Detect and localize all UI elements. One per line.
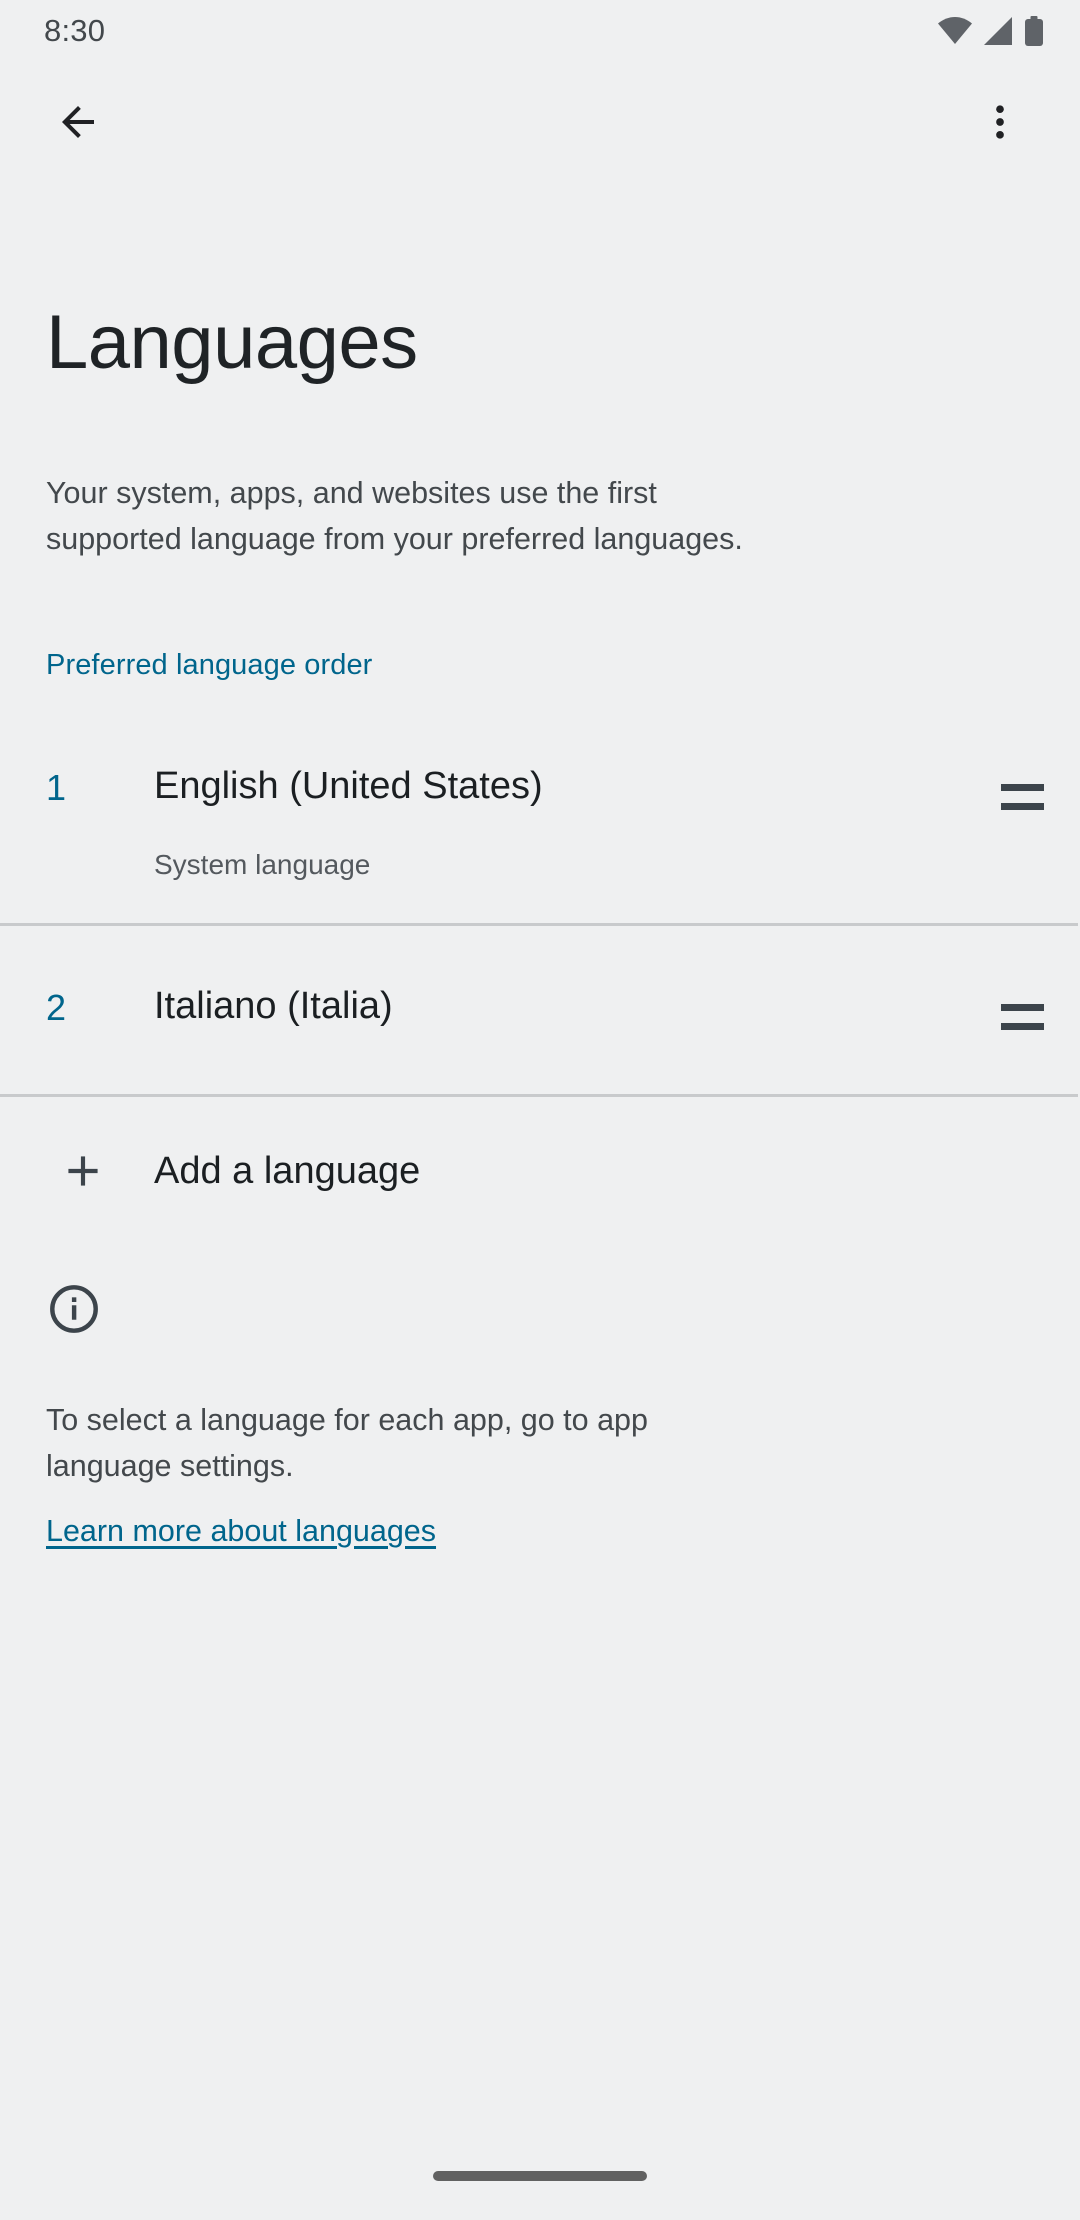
- language-row-text: English (United States) System language: [154, 762, 980, 882]
- language-order-number: 1: [46, 767, 67, 808]
- language-row-text: Italiano (Italia): [154, 982, 980, 1030]
- signal-icon: [983, 17, 1013, 45]
- learn-more-link[interactable]: Learn more about languages: [46, 1511, 436, 1551]
- header-block: Languages Your system, apps, and website…: [0, 182, 1080, 562]
- status-bar-icons: [938, 16, 1044, 46]
- drag-handle-bar-bottom: [1001, 803, 1044, 810]
- drag-handle-icon[interactable]: [980, 770, 1044, 824]
- gesture-pill[interactable]: [433, 2171, 647, 2181]
- status-bar-clock: 8:30: [44, 13, 106, 48]
- drag-handle-bar-top: [1001, 784, 1044, 791]
- page-description: Your system, apps, and websites use the …: [46, 476, 743, 556]
- language-subtitle: System language: [154, 849, 371, 880]
- gesture-nav-bar: [0, 2148, 1080, 2220]
- overflow-menu-button[interactable]: [956, 78, 1044, 166]
- section-header-preferred-order: Preferred language order: [46, 649, 373, 681]
- add-language-button[interactable]: Add a language: [0, 1097, 1080, 1245]
- battery-icon: [1024, 16, 1044, 46]
- footer-block: To select a language for each app, go to…: [0, 1245, 1080, 1551]
- language-order-number: 2: [46, 987, 67, 1028]
- info-icon: [46, 1281, 1034, 1337]
- language-row-1[interactable]: 1 English (United States) System languag…: [0, 724, 1080, 923]
- status-bar: 8:30: [0, 0, 1080, 62]
- language-row-2[interactable]: 2 Italiano (Italia): [0, 926, 1080, 1094]
- back-button[interactable]: [34, 78, 122, 166]
- drag-handle-bar-top: [1001, 1004, 1044, 1011]
- add-language-label: Add a language: [154, 1150, 421, 1192]
- back-arrow-icon: [54, 98, 102, 146]
- plus-icon: [46, 1146, 154, 1196]
- drag-handle-icon[interactable]: [980, 990, 1044, 1044]
- preferred-language-list: 1 English (United States) System languag…: [0, 724, 1080, 1097]
- language-name: English (United States): [154, 765, 543, 807]
- toolbar: [0, 62, 1080, 182]
- wifi-icon: [938, 17, 972, 45]
- drag-handle-bar-bottom: [1001, 1023, 1044, 1030]
- more-vert-icon: [978, 100, 1022, 144]
- footer-description: To select a language for each app, go to…: [46, 1403, 648, 1483]
- page-title: Languages: [46, 300, 418, 385]
- language-name: Italiano (Italia): [154, 985, 393, 1027]
